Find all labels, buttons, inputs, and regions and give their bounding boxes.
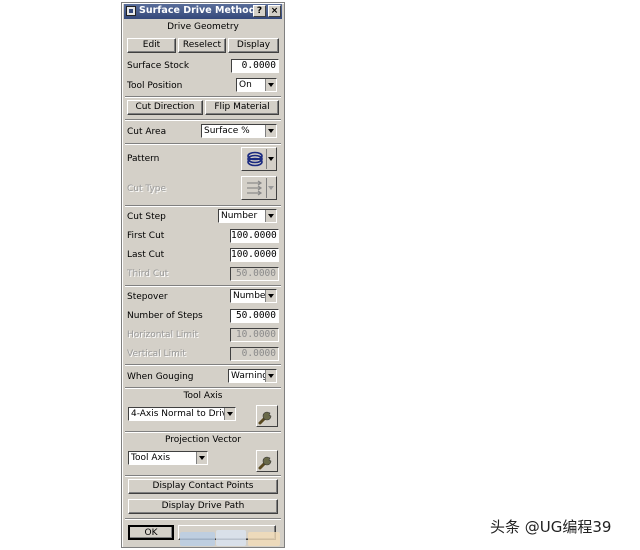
tool-axis-header: Tool Axis (183, 391, 223, 401)
reselect-button[interactable]: Reselect (178, 38, 226, 53)
last-cut-label: Last Cut (127, 250, 165, 260)
chevron-down-icon (265, 370, 276, 382)
vertical-limit-label: Vertical Limit (127, 349, 186, 359)
surface-stock-label: Surface Stock (127, 61, 190, 71)
tool-axis-value: 4-Axis Normal to Drive (131, 409, 233, 419)
projection-vector-select[interactable]: Tool Axis (128, 451, 208, 465)
stepover-select[interactable]: Number (230, 289, 277, 303)
cut-area-value: Surface % (204, 126, 250, 136)
pattern-label: Pattern (127, 154, 160, 164)
chevron-down-icon (265, 79, 276, 91)
divider (125, 205, 281, 207)
projection-vector-wrench-button[interactable] (256, 450, 278, 472)
flip-material-button[interactable]: Flip Material (205, 100, 279, 115)
number-of-steps-label: Number of Steps (127, 311, 203, 321)
number-of-steps-field[interactable]: 50.0000 (230, 309, 279, 323)
app-icon (126, 6, 136, 16)
when-gouging-select[interactable]: Warning (228, 369, 277, 383)
tool-axis-wrench-button[interactable] (256, 405, 278, 427)
divider (125, 364, 281, 366)
wrench-icon (258, 456, 272, 470)
divider (125, 387, 281, 389)
vertical-limit-field: 0.0000 (230, 347, 279, 361)
blurred-area (216, 530, 246, 546)
divider (125, 143, 281, 145)
blurred-area (248, 532, 280, 546)
last-cut-field[interactable]: 100.0000 (230, 248, 279, 262)
horizontal-limit-label: Horizontal Limit (127, 330, 199, 340)
divider (125, 119, 281, 121)
chevron-down-icon (265, 125, 276, 137)
cut-direction-button[interactable]: Cut Direction (127, 100, 203, 115)
chevron-down-icon (265, 210, 276, 222)
tool-position-select[interactable]: On (236, 78, 277, 92)
chevron-down-icon (224, 408, 235, 420)
cut-step-label: Cut Step (127, 212, 166, 222)
edit-button[interactable]: Edit (127, 38, 176, 53)
cut-type-select[interactable] (241, 176, 277, 200)
cut-area-select[interactable]: Surface % (201, 124, 277, 138)
surface-stock-field[interactable]: 0.0000 (231, 59, 279, 73)
divider (125, 518, 281, 520)
zig-zag-icon (247, 180, 263, 196)
horizontal-limit-field: 10.0000 (230, 328, 279, 342)
blurred-area (180, 532, 215, 546)
window-title: Surface Drive Method (139, 5, 256, 16)
close-button[interactable]: × (268, 5, 281, 17)
cut-area-label: Cut Area (127, 127, 167, 137)
when-gouging-value: Warning (231, 371, 269, 381)
chevron-down-icon (196, 452, 207, 464)
circular-pattern-icon (247, 151, 263, 167)
pattern-select[interactable] (241, 147, 277, 171)
display-button[interactable]: Display (228, 38, 279, 53)
surface-drive-method-dialog: Surface Drive Method ? × Drive Geometry … (121, 2, 285, 548)
divider (125, 285, 281, 287)
cut-step-value: Number (221, 211, 258, 221)
tool-position-label: Tool Position (127, 81, 183, 91)
chevron-down-icon (266, 178, 275, 198)
drive-geometry-header: Drive Geometry (167, 22, 239, 32)
stepover-value: Number (233, 291, 270, 301)
title-bar[interactable]: Surface Drive Method ? × (124, 4, 282, 19)
first-cut-field[interactable]: 100.0000 (230, 229, 279, 243)
cut-type-label: Cut Type (127, 184, 167, 194)
divider (125, 475, 281, 477)
tool-axis-select[interactable]: 4-Axis Normal to Drive (128, 407, 236, 421)
display-contact-points-button[interactable]: Display Contact Points (128, 479, 278, 494)
help-button[interactable]: ? (253, 5, 266, 17)
when-gouging-label: When Gouging (127, 372, 194, 382)
first-cut-label: First Cut (127, 231, 165, 241)
chevron-down-icon (266, 149, 275, 169)
ok-button[interactable]: OK (128, 525, 174, 540)
cut-step-select[interactable]: Number (218, 209, 277, 223)
divider (125, 96, 281, 98)
wrench-icon (258, 411, 272, 425)
divider (125, 431, 281, 433)
third-cut-field: 50.0000 (230, 267, 279, 281)
display-drive-path-button[interactable]: Display Drive Path (128, 499, 278, 514)
third-cut-label: Third Cut (127, 269, 169, 279)
projection-vector-value: Tool Axis (131, 453, 171, 463)
chevron-down-icon (265, 290, 276, 302)
stepover-label: Stepover (127, 292, 168, 302)
tool-position-value: On (239, 80, 252, 90)
projection-vector-header: Projection Vector (164, 435, 242, 445)
watermark: 头条 @UG编程39 (490, 518, 612, 536)
